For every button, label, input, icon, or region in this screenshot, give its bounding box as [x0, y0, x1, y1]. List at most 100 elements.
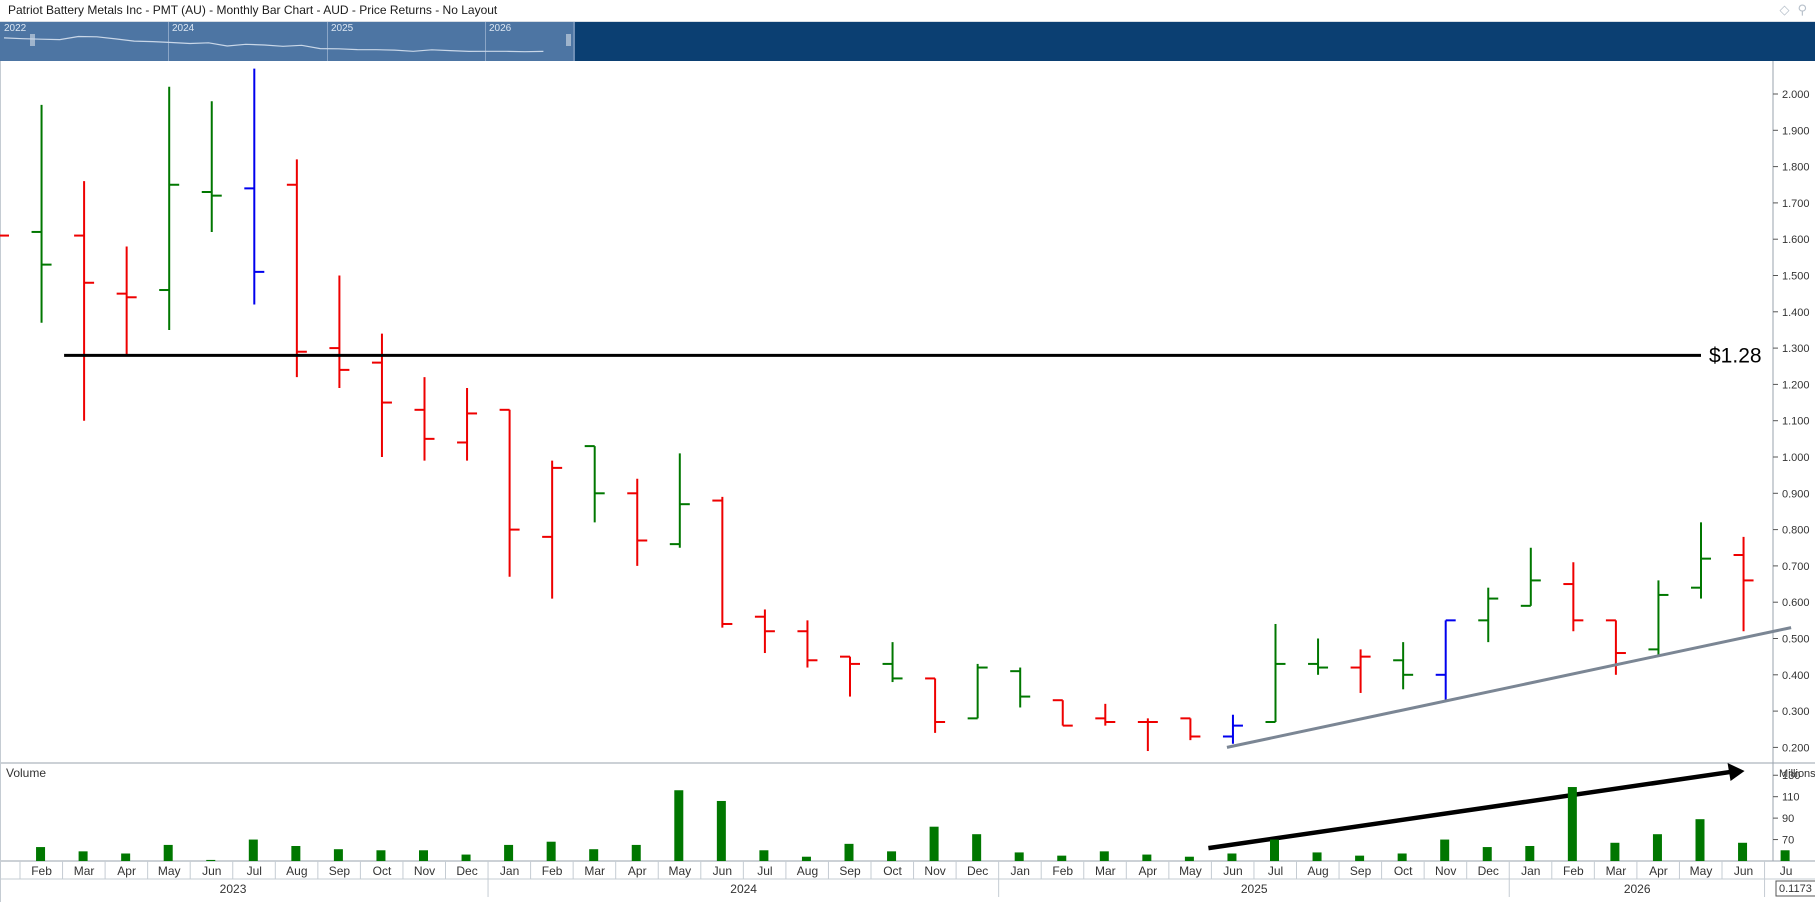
ohlc-bar — [712, 496, 733, 628]
volume-bar — [1695, 819, 1705, 861]
month-label: Dec — [456, 864, 477, 878]
ohlc-bar — [882, 642, 903, 683]
month-label: Aug — [797, 864, 818, 878]
volume-bar — [333, 849, 343, 861]
ohlc-bar — [1478, 587, 1499, 643]
ohlc-bar — [627, 478, 648, 566]
volume-bar — [291, 845, 301, 861]
resistance-label: $1.28 — [1709, 344, 1762, 367]
volume-bar — [1482, 847, 1492, 861]
month-label: Sep — [1350, 864, 1372, 878]
volume-bar — [674, 790, 684, 861]
volume-bar — [1227, 853, 1237, 861]
volume-tick-label: 110 — [1782, 792, 1800, 804]
month-label: Dec — [967, 864, 988, 878]
ohlc-bar — [159, 86, 180, 330]
volume-bar — [1057, 855, 1067, 861]
volume-bar — [844, 843, 854, 861]
month-label: May — [1179, 864, 1202, 878]
volume-bar — [1270, 839, 1279, 861]
volume-bar — [589, 849, 599, 861]
price-panel — [0, 68, 1754, 752]
chart-title: Patriot Battery Metals Inc - PMT (AU) - … — [8, 3, 498, 17]
volume-bar — [36, 847, 46, 861]
price-tick-label: 0.200 — [1782, 742, 1810, 754]
pin-icon[interactable]: ⚲ — [1797, 2, 1807, 17]
month-label: Nov — [1435, 864, 1456, 878]
month-label: Jan — [1011, 864, 1030, 878]
ohlc-bar — [754, 609, 775, 654]
ohlc-bar — [201, 101, 222, 232]
month-label: Mar — [1095, 864, 1116, 878]
year-label: 2026 — [1624, 882, 1651, 896]
month-label: Aug — [1307, 864, 1328, 878]
price-tick-label: 0.800 — [1782, 525, 1810, 537]
month-label: Jan — [500, 864, 519, 878]
ohlc-bar — [1563, 562, 1584, 632]
month-label: Jul — [1268, 864, 1283, 878]
volume-bar — [1184, 856, 1194, 861]
volume-bar — [1440, 839, 1450, 861]
chart-frame — [0, 61, 1815, 902]
month-label: Apr — [117, 864, 136, 878]
ohlc-bar — [244, 68, 265, 305]
ohlc-bar — [457, 388, 478, 461]
volume-panel-label: Volume — [6, 766, 46, 780]
ohlc-bar — [1435, 619, 1456, 701]
last-value-tag: 0.1173 — [1779, 883, 1812, 895]
year-label: 2023 — [220, 882, 247, 896]
price-tick-label: 0.700 — [1782, 561, 1810, 573]
month-label: Oct — [1394, 864, 1413, 878]
month-label: Oct — [883, 864, 902, 878]
ohlc-bar — [1308, 638, 1329, 675]
title-icons: ◇ ⚲ — [1771, 2, 1807, 18]
volume-bar — [1142, 854, 1152, 861]
volume-bar — [1525, 845, 1535, 861]
volume-bar — [972, 834, 982, 861]
ohlc-bar — [1691, 522, 1711, 599]
ohlc-bar — [967, 663, 988, 720]
volume-bar — [1780, 850, 1790, 861]
volume-bar — [248, 839, 258, 861]
volume-bar — [1014, 852, 1024, 861]
volume-bar — [801, 856, 811, 861]
volume-bar — [1567, 787, 1577, 861]
diamond-icon[interactable]: ◇ — [1779, 2, 1789, 17]
volume-bar — [206, 859, 216, 861]
price-tick-label: 0.900 — [1782, 488, 1810, 500]
ohlc-bar — [1520, 547, 1541, 607]
volume-bar — [1652, 834, 1662, 861]
month-label: May — [668, 864, 691, 878]
month-label: Nov — [924, 864, 945, 878]
month-label: Nov — [414, 864, 435, 878]
month-label: May — [1690, 864, 1713, 878]
volume-bar — [78, 851, 88, 861]
month-label: Mar — [1606, 864, 1627, 878]
ohlc-bar — [1222, 714, 1243, 744]
month-label: Sep — [329, 864, 351, 878]
ohlc-bar — [925, 677, 946, 733]
volume-bar — [716, 800, 726, 861]
ohlc-bar — [669, 453, 690, 548]
month-label: Mar — [584, 864, 605, 878]
volume-tick-label: 70 — [1782, 835, 1794, 847]
volume-trend-arrowhead — [1727, 762, 1745, 781]
ohlc-bar — [1137, 718, 1158, 752]
month-label: Jun — [202, 864, 221, 878]
price-tick-label: 1.800 — [1782, 162, 1810, 174]
volume-tick-label: 130 — [1782, 770, 1800, 782]
ohlc-bar — [1733, 536, 1754, 632]
price-tick-label: 1.700 — [1782, 198, 1810, 210]
volume-panel: Volume Millions — [6, 766, 1815, 861]
ohlc-bar — [584, 445, 605, 523]
month-label: Jun — [713, 864, 732, 878]
volume-bar — [929, 826, 939, 861]
ohlc-bar — [1265, 623, 1286, 723]
ohlc-bar — [74, 181, 95, 421]
date-range-navigator[interactable]: 2022 2024 2025 2026 — [0, 22, 1815, 61]
volume-bar — [887, 851, 897, 861]
month-label: Feb — [31, 864, 52, 878]
month-label: Jun — [1734, 864, 1753, 878]
month-label: May — [158, 864, 181, 878]
volume-bar — [759, 850, 769, 861]
